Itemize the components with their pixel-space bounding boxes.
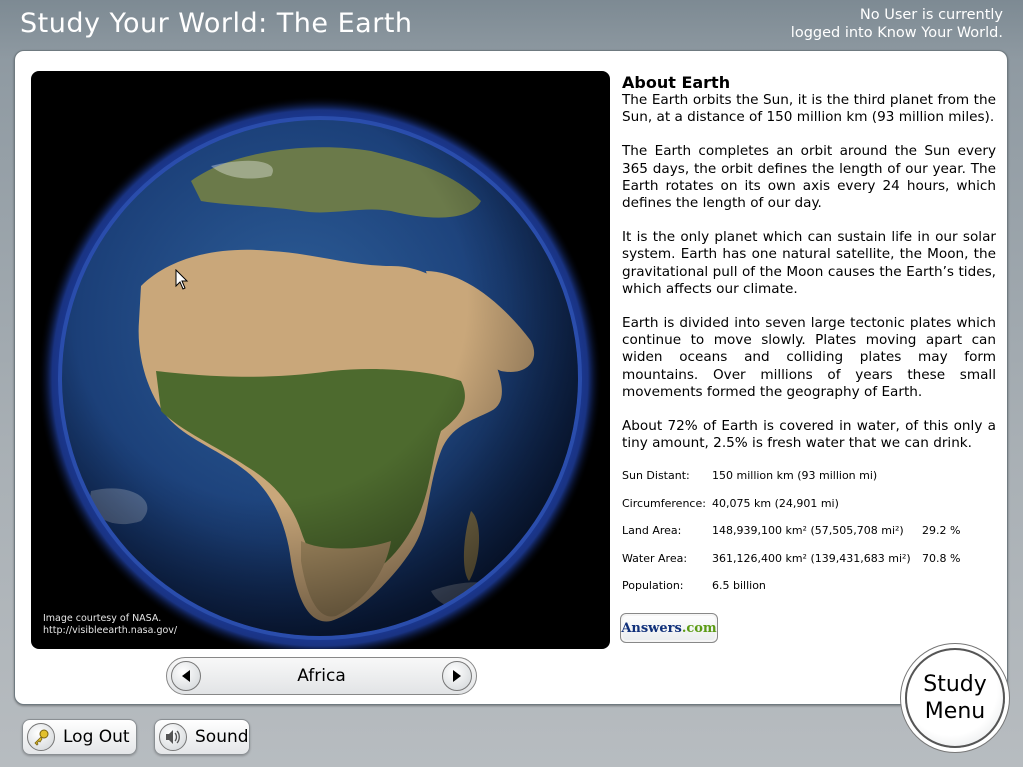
user-status: No User is currently logged into Know Yo… [783, 6, 1003, 42]
stat-percent: 29.2 % [922, 524, 961, 537]
stat-value: 150 million km (93 million mi) [712, 469, 878, 482]
about-paragraph-4: Earth is divided into seven large tecton… [622, 315, 996, 400]
stat-row-circumference: Circumference: 40,075 km (24,901 mi) [622, 497, 1002, 525]
about-paragraph-3: It is the only planet which can sustain … [622, 229, 996, 297]
log-out-button[interactable]: Log Out [22, 719, 137, 755]
stat-value: 40,075 km (24,901 mi) [712, 496, 839, 510]
page-title: Study Your World: The Earth [20, 8, 413, 39]
arrow-right-icon [453, 670, 461, 682]
user-status-line2: logged into Know Your World. [790, 25, 1003, 41]
main-panel: Image courtesy of NASA. http://visibleea… [14, 50, 1008, 705]
user-status-line1: No User is currently [859, 7, 1003, 23]
stat-row-population: Population: 6.5 billion [622, 579, 1002, 607]
sound-label: Sound [195, 727, 249, 747]
image-credit-url: http://visibleearth.nasa.gov/ [43, 625, 178, 636]
about-section: About Earth The Earth orbits the Sun, it… [622, 73, 996, 469]
stat-label: Land Area: [622, 524, 682, 537]
study-menu-line1: Study [923, 672, 987, 697]
stats-table: Sun Distant: 150 million km (93 million … [622, 469, 1002, 607]
image-credit: Image courtesy of NASA. http://visibleea… [43, 613, 177, 637]
speaker-icon [159, 723, 187, 751]
stat-value: 361,126,400 km² (139,431,683 mi²) [712, 551, 911, 565]
answers-logo-suffix: .com [681, 620, 717, 636]
previous-region-button[interactable] [171, 661, 201, 691]
mouse-pointer-icon [175, 269, 189, 290]
image-credit-line1: Image courtesy of NASA. [43, 613, 162, 624]
answers-com-button[interactable]: Answers .com [620, 613, 718, 643]
earth-image[interactable]: Image courtesy of NASA. http://visibleea… [31, 71, 610, 649]
stat-value: 148,939,100 km² (57,505,708 mi²) [712, 524, 904, 537]
about-heading: About Earth [622, 73, 731, 92]
key-icon [27, 723, 55, 751]
stat-value: 6.5 billion [712, 579, 766, 592]
sound-button[interactable]: Sound [154, 719, 250, 755]
about-paragraph-2: The Earth completes an orbit around the … [622, 143, 996, 212]
stat-label: Sun Distant: [622, 469, 690, 482]
answers-logo-text: Answers [621, 620, 682, 636]
stat-label: Population: [622, 579, 684, 592]
region-navigator: Africa [166, 657, 477, 695]
study-menu-line2: Menu [924, 699, 986, 724]
study-menu-button[interactable]: Study Menu [905, 648, 1005, 748]
stat-label: Water Area: [622, 551, 688, 565]
next-region-button[interactable] [442, 661, 472, 691]
arrow-left-icon [182, 670, 190, 682]
earth-globe-graphic [38, 96, 602, 649]
about-paragraph-5: About 72% of Earth is covered in water, … [622, 418, 996, 452]
stat-label: Circumference: [622, 496, 706, 510]
log-out-label: Log Out [63, 727, 130, 747]
stat-row-water-area: Water Area: 361,126,400 km² (139,431,683… [622, 552, 1002, 580]
region-name: Africa [297, 666, 346, 686]
stat-row-land-area: Land Area: 148,939,100 km² (57,505,708 m… [622, 524, 1002, 552]
about-paragraph-1: The Earth orbits the Sun, it is the thir… [622, 92, 996, 126]
stat-percent: 70.8 % [922, 551, 961, 565]
stat-row-sun-distance: Sun Distant: 150 million km (93 million … [622, 469, 1002, 497]
